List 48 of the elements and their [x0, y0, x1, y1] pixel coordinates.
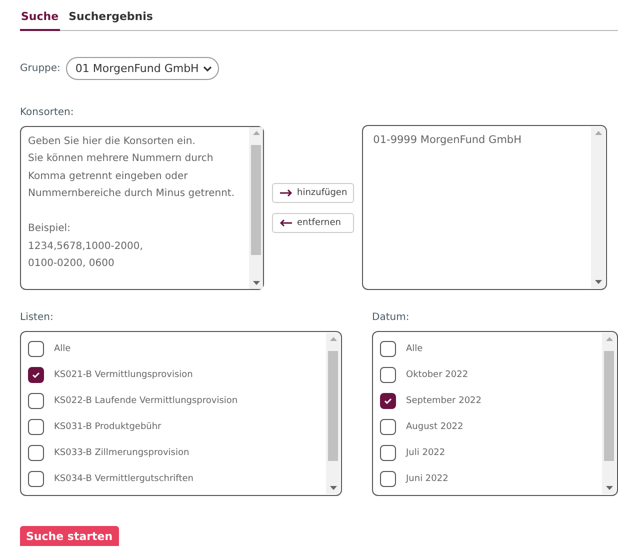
scrollbar-thumb[interactable]: [328, 351, 338, 461]
checkbox-label[interactable]: Oktober 2022: [406, 370, 468, 380]
checkbox[interactable]: [380, 367, 396, 383]
checkbox[interactable]: [28, 367, 44, 383]
scroll-down-icon[interactable]: [330, 486, 336, 490]
checkbox-label[interactable]: KS034-B Vermittlergutschriften: [54, 474, 194, 484]
checkbox-label[interactable]: August 2022: [406, 422, 464, 432]
checkbox-label[interactable]: KS022-B Laufende Vermittlungsprovision: [54, 396, 238, 406]
checkbox[interactable]: [380, 393, 396, 409]
arrow-right-icon: [279, 188, 293, 196]
checkbox-label[interactable]: Juli 2022: [406, 448, 446, 458]
tab[interactable]: Suche: [20, 10, 60, 31]
scrollbar-thumb[interactable]: [604, 351, 614, 461]
checkbox[interactable]: [380, 341, 396, 357]
checkbox[interactable]: [28, 341, 44, 357]
checkbox-label[interactable]: KS031-B Produktgebühr: [54, 422, 162, 432]
konsorten-input[interactable]: Geben Sie hier die Konsorten ein. Sie können mehrere Nummern durch Komma getrennt eingeben oder Nummernbereiche durch Minus getrennt. Beispiel: 1234,5678,1000-2000, 0100-0200, 0600: [20, 126, 264, 290]
scrollbar-thumb[interactable]: [251, 144, 261, 254]
group-select[interactable]: 01 MorgenFund GmbH: [66, 57, 219, 80]
section-label: Listen:: [20, 312, 54, 323]
checkbox[interactable]: [380, 419, 396, 435]
check-icon: [384, 398, 392, 404]
checkbox-label[interactable]: September 2022: [406, 396, 482, 406]
checkbox[interactable]: [380, 445, 396, 461]
arrow-left-icon: [279, 218, 293, 226]
scroll-down-icon[interactable]: [594, 280, 602, 284]
checkbox-label[interactable]: Alle: [406, 344, 423, 354]
tab[interactable]: Suchergebnis: [68, 10, 154, 31]
list-item[interactable]: 01-9999 MorgenFund GmbH: [363, 126, 606, 154]
checkbox[interactable]: [28, 445, 44, 461]
checkbox-label[interactable]: KS021-B Vermittlungsprovision: [54, 370, 193, 380]
scroll-down-icon[interactable]: [252, 280, 260, 284]
checkbox[interactable]: [28, 393, 44, 409]
checkbox-label[interactable]: KS033-B Zillmerungsprovision: [54, 448, 190, 458]
group-label: Gruppe:: [20, 63, 60, 74]
checkbox[interactable]: [28, 419, 44, 435]
check-icon: [32, 372, 40, 378]
checkbox[interactable]: [380, 471, 396, 487]
section-label: Konsorten:: [20, 107, 74, 118]
search-button[interactable]: Suche starten: [20, 526, 119, 546]
checkbox-label[interactable]: Alle: [54, 344, 71, 354]
chevron-down-icon: [202, 66, 212, 72]
scroll-down-icon[interactable]: [606, 486, 612, 490]
add-button[interactable]: hinzufügen: [272, 182, 354, 202]
section-label: Datum:: [372, 312, 410, 323]
checkbox-label[interactable]: Juni 2022: [406, 474, 448, 484]
remove-button[interactable]: entfernen: [272, 212, 354, 232]
checkbox[interactable]: [28, 471, 44, 487]
